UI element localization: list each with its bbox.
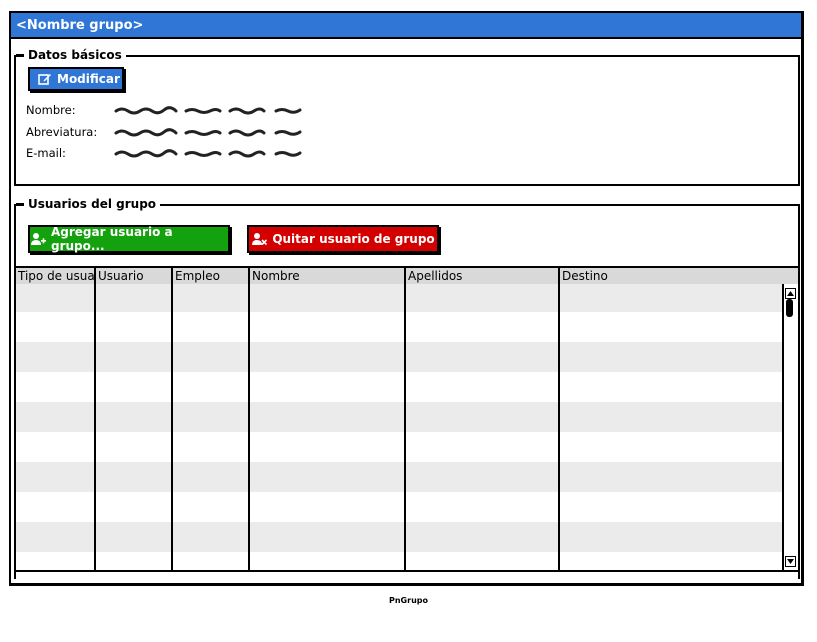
- usuarios-legend: Usuarios del grupo: [15, 196, 161, 212]
- column-divider: [558, 268, 560, 570]
- nombre-label: Nombre:: [26, 103, 76, 117]
- column-header-empleo[interactable]: Empleo: [173, 268, 248, 284]
- table-row[interactable]: [16, 492, 786, 522]
- window-title: <Nombre grupo>: [11, 13, 801, 39]
- table-row[interactable]: [16, 284, 786, 312]
- abreviatura-value-scribble: [114, 128, 302, 137]
- group-window: <Nombre grupo> Datos básicos Modificar N…: [9, 11, 804, 586]
- datos-basicos-section: Datos básicos Modificar Nombre: Abreviat…: [14, 47, 800, 186]
- email-value-scribble: [114, 149, 302, 158]
- screen-caption: PnGrupo: [389, 596, 428, 605]
- abreviatura-label: Abreviatura:: [26, 125, 98, 139]
- column-divider: [248, 268, 250, 570]
- column-header-usuario[interactable]: Usuario: [96, 268, 171, 284]
- users-table[interactable]: Tipo de usua Usuario Empleo Nombre Apell…: [14, 266, 800, 572]
- column-header-tipo[interactable]: Tipo de usua: [16, 268, 94, 284]
- table-row[interactable]: [16, 522, 786, 552]
- table-row[interactable]: [16, 312, 786, 342]
- column-header-destino[interactable]: Destino: [560, 268, 780, 284]
- column-header-nombre[interactable]: Nombre: [250, 268, 404, 284]
- column-divider: [404, 268, 406, 570]
- table-row[interactable]: [16, 342, 786, 372]
- vertical-scrollbar[interactable]: [782, 284, 798, 570]
- scroll-down-icon[interactable]: [785, 556, 796, 567]
- table-row[interactable]: [16, 462, 786, 492]
- remove-user-icon: [251, 232, 268, 246]
- datos-basicos-legend: Datos básicos: [16, 47, 126, 63]
- add-user-icon: [30, 232, 46, 246]
- remove-user-label: Quitar usuario de grupo: [272, 232, 435, 246]
- edit-icon: [38, 72, 52, 86]
- table-row[interactable]: [16, 432, 786, 462]
- remove-user-button[interactable]: Quitar usuario de grupo: [247, 225, 439, 253]
- add-user-label: Agregar usuario a grupo...: [51, 225, 173, 253]
- modify-button[interactable]: Modificar: [28, 67, 124, 91]
- table-row[interactable]: [16, 402, 786, 432]
- scroll-thumb[interactable]: [786, 299, 793, 317]
- add-user-button[interactable]: Agregar usuario a grupo...: [28, 225, 230, 253]
- column-header-apellidos[interactable]: Apellidos: [406, 268, 558, 284]
- nombre-value-scribble: [114, 106, 302, 115]
- scroll-up-icon[interactable]: [785, 288, 796, 299]
- table-row[interactable]: [16, 372, 786, 402]
- table-row[interactable]: [16, 552, 786, 570]
- column-divider: [171, 268, 173, 570]
- email-label: E-mail:: [26, 146, 66, 160]
- column-divider: [94, 268, 96, 570]
- modify-button-label: Modificar: [57, 72, 120, 86]
